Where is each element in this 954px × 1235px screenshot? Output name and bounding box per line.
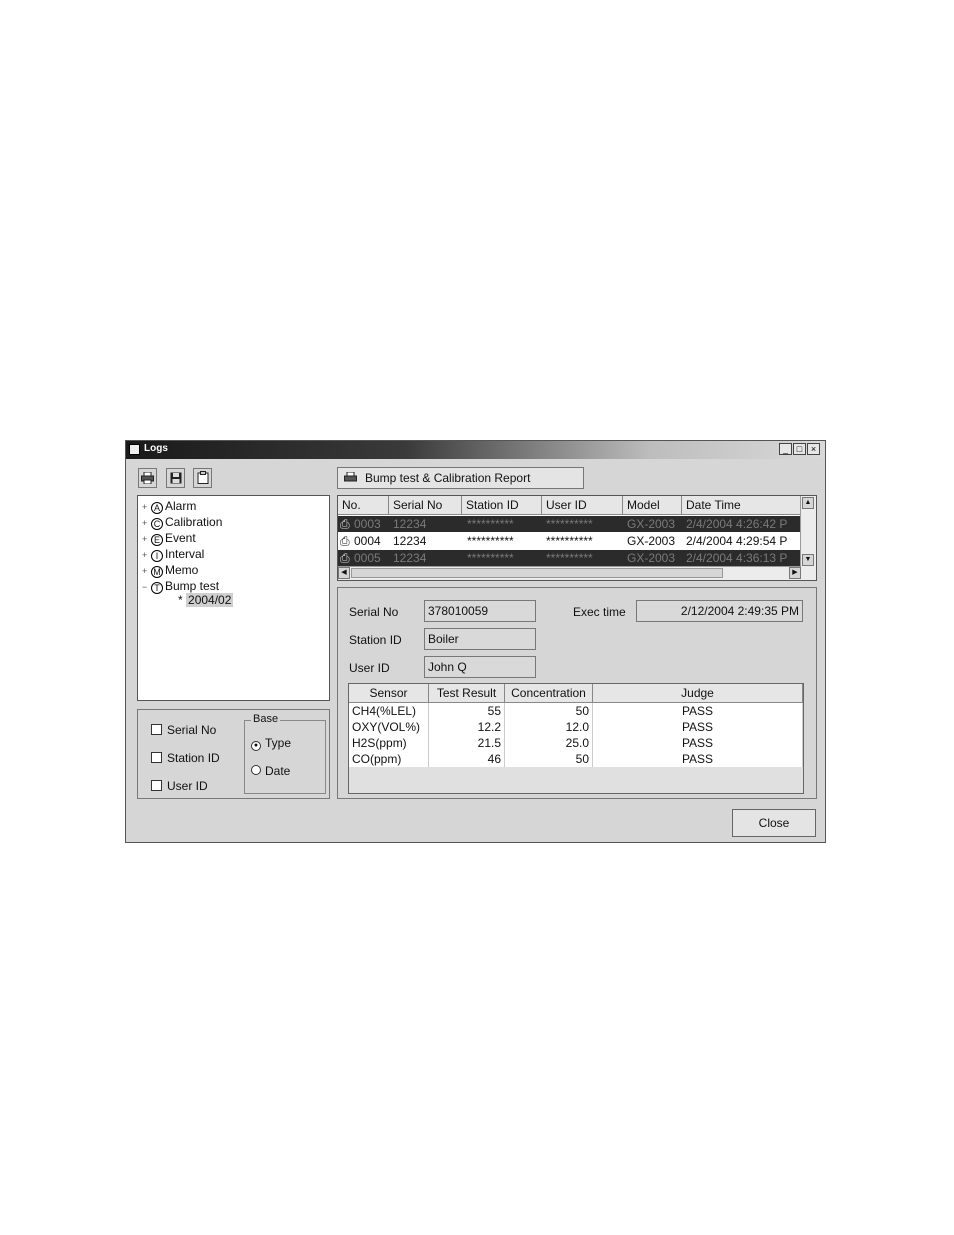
circled-letter-icon: T [151, 582, 163, 594]
scroll-up-icon[interactable]: ▲ [802, 497, 814, 509]
title-bar[interactable]: Logs _ □ × [126, 441, 825, 459]
records-grid[interactable]: No. Serial No Station ID User ID Model D… [337, 495, 817, 581]
scroll-left-icon[interactable]: ◀ [338, 567, 350, 579]
table-row[interactable]: CO(ppm) 46 50 PASS [349, 751, 803, 767]
checkbox-icon[interactable] [151, 724, 162, 735]
vertical-scrollbar[interactable]: ▲ ▼ [800, 496, 816, 580]
tree-item-event[interactable]: + E Event [142, 530, 196, 546]
tree-item-alarm[interactable]: + A Alarm [142, 498, 196, 514]
close-window-button[interactable]: × [807, 443, 820, 455]
filter-panel: Serial No Station ID User ID Base ● Type … [137, 709, 330, 799]
radio-icon[interactable] [251, 765, 261, 775]
user-id-checkbox[interactable]: User ID [151, 778, 208, 794]
clipboard-icon [197, 471, 208, 484]
user-id-label: User ID [349, 661, 390, 675]
station-id-label: Station ID [349, 633, 402, 647]
serial-no-checkbox[interactable]: Serial No [151, 722, 216, 738]
tree-item-memo[interactable]: + M Memo [142, 562, 198, 578]
bump-calibration-report-button[interactable]: Bump test & Calibration Report [337, 467, 584, 489]
table-row[interactable]: CH4(%LEL) 55 50 PASS [349, 703, 803, 719]
user-id-field: John Q [424, 656, 536, 678]
tree-item-2004-02[interactable]: * 2004/02 [178, 592, 234, 608]
maximize-button[interactable]: □ [793, 443, 806, 455]
table-row[interactable]: OXY(VOL%) 12.2 12.0 PASS [349, 719, 803, 735]
expand-icon[interactable]: + [142, 563, 151, 579]
col-model[interactable]: Model [623, 496, 682, 515]
expand-icon[interactable]: + [142, 531, 151, 547]
circled-letter-icon: I [151, 550, 163, 562]
close-button[interactable]: Close [732, 809, 816, 837]
serial-no-label: Serial No [349, 605, 399, 619]
checkbox-icon[interactable] [151, 752, 162, 763]
serial-no-field: 378010059 [424, 600, 536, 622]
tree-child-label: 2004/02 [186, 593, 234, 607]
save-button[interactable] [166, 468, 185, 488]
asterisk-icon: * [178, 593, 183, 607]
minimize-button[interactable]: _ [779, 443, 792, 455]
checkbox-icon[interactable] [151, 780, 162, 791]
scroll-thumb[interactable] [351, 568, 723, 578]
sensor-results-table[interactable]: Sensor Test Result Concentration Judge C… [348, 683, 804, 794]
table-row[interactable]: ⎙ 0005 12234 ********** ********** GX-20… [338, 550, 802, 566]
col-station-id[interactable]: Station ID [462, 496, 542, 515]
col-no[interactable]: No. [338, 496, 389, 515]
circled-letter-icon: E [151, 534, 163, 546]
window-title: Logs [144, 443, 168, 454]
app-icon [129, 444, 140, 455]
tree-item-interval[interactable]: + I Interval [142, 546, 204, 562]
detail-panel: Serial No 378010059 Exec time 2/12/2004 … [337, 587, 817, 799]
col-sensor[interactable]: Sensor [349, 684, 429, 703]
col-serial-no[interactable]: Serial No [389, 496, 462, 515]
col-concentration[interactable]: Concentration [505, 684, 593, 703]
col-date-time[interactable]: Date Time [682, 496, 802, 515]
printer-icon [344, 471, 357, 482]
scroll-down-icon[interactable]: ▼ [802, 554, 814, 566]
exec-time-label: Exec time [573, 605, 626, 619]
logs-window: Logs _ □ × + A Alarm + C Calibration + E… [125, 440, 826, 843]
row-icon: ⎙ [340, 517, 350, 531]
col-user-id[interactable]: User ID [542, 496, 623, 515]
printer-icon [141, 471, 154, 485]
print-button[interactable] [138, 468, 157, 488]
col-test-result[interactable]: Test Result [429, 684, 505, 703]
exec-time-field: 2/12/2004 2:49:35 PM [636, 600, 803, 622]
date-radio[interactable]: Date [251, 763, 290, 779]
expand-icon[interactable]: + [142, 547, 151, 563]
expand-icon[interactable]: + [142, 515, 151, 531]
station-id-checkbox[interactable]: Station ID [151, 750, 220, 766]
save-icon [170, 472, 181, 484]
radio-selected-icon[interactable]: ● [251, 741, 261, 751]
tree-item-calibration[interactable]: + C Calibration [142, 514, 222, 530]
expand-icon[interactable]: + [142, 499, 151, 515]
circled-letter-icon: M [151, 566, 163, 578]
type-radio[interactable]: ● Type [251, 735, 291, 751]
row-icon: ⎙ [340, 534, 350, 548]
table-row[interactable]: ⎙ 0003 12234 ********** ********** GX-20… [338, 516, 802, 532]
circled-letter-icon: A [151, 502, 163, 514]
table-row[interactable]: H2S(ppm) 21.5 25.0 PASS [349, 735, 803, 751]
base-group: Base ● Type Date [244, 713, 326, 794]
clipboard-button[interactable] [193, 468, 212, 488]
base-group-label: Base [251, 713, 281, 725]
table-row[interactable]: ⎙ 0004 12234 ********** ********** GX-20… [338, 533, 802, 549]
log-tree[interactable]: + A Alarm + C Calibration + E Event + I Interval… [137, 495, 330, 701]
horizontal-scrollbar[interactable]: ◀ ▶ [338, 566, 801, 580]
row-icon: ⎙ [340, 551, 350, 565]
collapse-icon[interactable]: − [142, 579, 151, 595]
col-judge[interactable]: Judge [593, 684, 803, 703]
scroll-right-icon[interactable]: ▶ [789, 567, 801, 579]
circled-letter-icon: C [151, 518, 163, 530]
station-id-field: Boiler [424, 628, 536, 650]
